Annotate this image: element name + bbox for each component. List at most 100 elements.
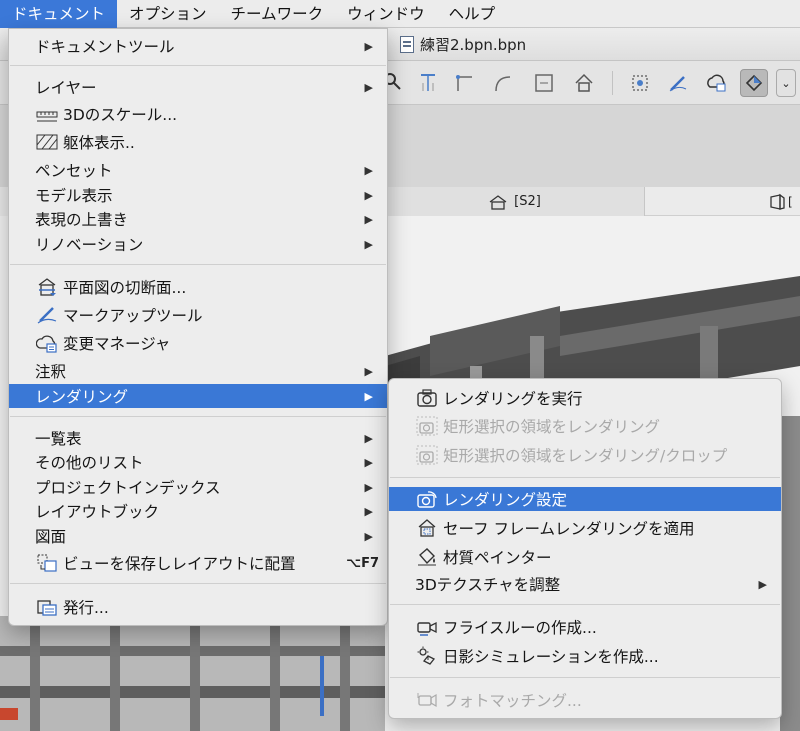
toolbar-separator bbox=[612, 71, 613, 95]
menu-item-model-display[interactable]: モデル表示 ▶ bbox=[9, 183, 387, 207]
render-tool-icon[interactable] bbox=[740, 69, 768, 97]
menu-item-label: ドキュメントツール bbox=[35, 38, 175, 56]
submenu-arrow-icon: ▶ bbox=[364, 237, 373, 251]
submenu-arrow-icon: ▶ bbox=[364, 455, 373, 469]
menu-item-label: 平面図の切断面... bbox=[63, 279, 187, 297]
menu-item-save-view-place[interactable]: ビューを保存しレイアウトに配置 ⌥F7 bbox=[9, 551, 387, 575]
menu-item-other-lists[interactable]: その他のリスト ▶ bbox=[9, 450, 387, 474]
menu-item-label: 3Dのスケール... bbox=[63, 106, 178, 124]
scale-ruler-icon bbox=[35, 103, 59, 125]
menu-separator bbox=[10, 264, 386, 266]
menu-item-layers[interactable]: レイヤー ▶ bbox=[9, 75, 387, 99]
document-icon bbox=[400, 36, 414, 53]
menu-item-label: レイヤー bbox=[35, 79, 97, 97]
camera-crop-icon bbox=[415, 444, 439, 466]
view-tab-3d[interactable]: [ bbox=[768, 187, 800, 216]
window-title: 練習2.bpn.bpn bbox=[400, 28, 526, 61]
elevation-dimension-icon[interactable] bbox=[414, 69, 442, 97]
menu-item-label: その他のリスト bbox=[35, 454, 144, 472]
menu-item-project-indexes[interactable]: プロジェクトインデックス ▶ bbox=[9, 475, 387, 499]
menu-item-change-manager[interactable]: 変更マネージャ bbox=[9, 331, 387, 355]
menu-item-publish[interactable]: 発行... bbox=[9, 595, 387, 619]
menu-item-render-settings[interactable]: レンダリング設定 bbox=[389, 487, 781, 511]
menu-item-label: レンダリング bbox=[35, 388, 129, 406]
menu-bar: ドキュメント オプション チームワーク ウィンドウ ヘルプ bbox=[0, 0, 800, 28]
menu-item-label: レンダリング設定 bbox=[443, 491, 568, 509]
arc-icon[interactable] bbox=[488, 69, 516, 97]
submenu-arrow-icon: ▶ bbox=[364, 212, 373, 226]
view-tab-s2[interactable]: [S2] bbox=[385, 187, 645, 216]
menu-item-render-area: 矩形選択の領域をレンダリング bbox=[389, 414, 781, 438]
document-menu: ドキュメントツール ▶ レイヤー ▶ 3Dのスケール... 躯体表示.. ペンセット… bbox=[8, 28, 388, 626]
menu-item-render-area-crop: 矩形選択の領域をレンダリング/クロップ bbox=[389, 443, 781, 467]
window-title-text: 練習2.bpn.bpn bbox=[420, 36, 527, 54]
submenu-arrow-icon: ▶ bbox=[364, 188, 373, 202]
select-bounds-icon[interactable] bbox=[626, 69, 654, 97]
menu-item-markup-tools[interactable]: マークアップツール bbox=[9, 303, 387, 327]
menu-separator bbox=[390, 477, 780, 479]
markup-pen-icon[interactable] bbox=[664, 69, 692, 97]
safe-frame-house-icon bbox=[415, 517, 439, 539]
menu-help[interactable]: ヘルプ bbox=[437, 0, 508, 28]
section-house-icon bbox=[489, 194, 507, 210]
menu-item-annotation[interactable]: 注釈 ▶ bbox=[9, 359, 387, 383]
change-manager-icon[interactable] bbox=[702, 69, 730, 97]
menu-item-rendering[interactable]: レンダリング ▶ bbox=[9, 384, 387, 408]
menu-item-documenttools[interactable]: ドキュメントツール ▶ bbox=[9, 34, 387, 58]
menu-item-label: 発行... bbox=[63, 599, 109, 617]
save-view-layout-icon bbox=[35, 552, 59, 574]
menu-item-label: 変更マネージャ bbox=[63, 335, 171, 353]
menu-item-floor-plan-cut[interactable]: 平面図の切断面... bbox=[9, 275, 387, 299]
camera-icon bbox=[415, 387, 439, 409]
submenu-arrow-icon: ▶ bbox=[364, 480, 373, 494]
menu-item-fly-through[interactable]: フライスルーの作成... bbox=[389, 615, 781, 639]
menu-item-label: 一覧表 bbox=[35, 430, 82, 448]
menu-item-label: 材質ペインター bbox=[443, 549, 552, 567]
hatch-icon bbox=[35, 131, 59, 153]
submenu-arrow-icon: ▶ bbox=[364, 504, 373, 518]
menu-item-scale3d[interactable]: 3Dのスケール... bbox=[9, 102, 387, 126]
menu-item-graphic-overrides[interactable]: 表現の上書き ▶ bbox=[9, 207, 387, 231]
chevron-down-icon[interactable]: ⌄ bbox=[776, 69, 796, 97]
menu-item-photo-matching: フォトマッチング... bbox=[389, 688, 781, 712]
menu-teamwork[interactable]: チームワーク bbox=[219, 0, 336, 28]
menu-item-label: フライスルーの作成... bbox=[443, 619, 597, 637]
menu-item-drawings[interactable]: 図面 ▶ bbox=[9, 524, 387, 548]
menu-item-label: 矩形選択の領域をレンダリング/クロップ bbox=[443, 447, 728, 465]
menu-item-label: プロジェクトインデックス bbox=[35, 479, 221, 497]
menu-item-material-painter[interactable]: 材質ペインター bbox=[389, 545, 781, 569]
menu-item-safe-frame[interactable]: セーフ フレームレンダリングを適用 bbox=[389, 516, 781, 540]
menu-item-renovation[interactable]: リノベーション ▶ bbox=[9, 232, 387, 256]
menu-item-schedules[interactable]: 一覧表 ▶ bbox=[9, 426, 387, 450]
menu-item-label: マークアップツール bbox=[63, 307, 203, 325]
menu-item-label: 表現の上書き bbox=[35, 211, 129, 229]
markup-pen-icon bbox=[35, 304, 59, 326]
menu-item-sun-study[interactable]: 日影シミュレーションを作成... bbox=[389, 644, 781, 668]
menu-separator bbox=[10, 416, 386, 418]
menu-separator bbox=[10, 583, 386, 585]
paint-bucket-icon bbox=[415, 546, 439, 568]
menu-item-label: 躯体表示.. bbox=[63, 134, 135, 152]
menu-item-render[interactable]: レンダリングを実行 bbox=[389, 386, 781, 410]
menu-window[interactable]: ウィンドウ bbox=[335, 0, 437, 28]
submenu-arrow-icon: ▶ bbox=[758, 577, 767, 591]
menu-item-label: 注釈 bbox=[35, 363, 67, 381]
menu-item-label: セーフ フレームレンダリングを適用 bbox=[443, 520, 695, 538]
menu-document[interactable]: ドキュメント bbox=[0, 0, 118, 28]
view-tab-s2-label: [S2] bbox=[514, 194, 541, 209]
publish-icon bbox=[35, 596, 59, 618]
submenu-arrow-icon: ▶ bbox=[364, 431, 373, 445]
house-icon[interactable] bbox=[570, 69, 598, 97]
menu-item-pen-sets[interactable]: ペンセット ▶ bbox=[9, 158, 387, 182]
menu-item-label: フォトマッチング... bbox=[443, 692, 582, 710]
menu-item-structure-display[interactable]: 躯体表示.. bbox=[9, 130, 387, 154]
menu-options[interactable]: オプション bbox=[117, 0, 219, 28]
corner-icon[interactable] bbox=[450, 69, 478, 97]
menu-item-adjust-3d-textures[interactable]: 3Dテクスチャを調整 ▶ bbox=[389, 572, 781, 596]
menu-item-label: レイアウトブック bbox=[35, 503, 160, 521]
menu-separator bbox=[390, 604, 780, 606]
menu-item-layout-book[interactable]: レイアウトブック ▶ bbox=[9, 499, 387, 523]
menu-item-label: ペンセット bbox=[35, 162, 113, 180]
box-arrow-icon[interactable] bbox=[530, 69, 558, 97]
submenu-arrow-icon: ▶ bbox=[364, 529, 373, 543]
